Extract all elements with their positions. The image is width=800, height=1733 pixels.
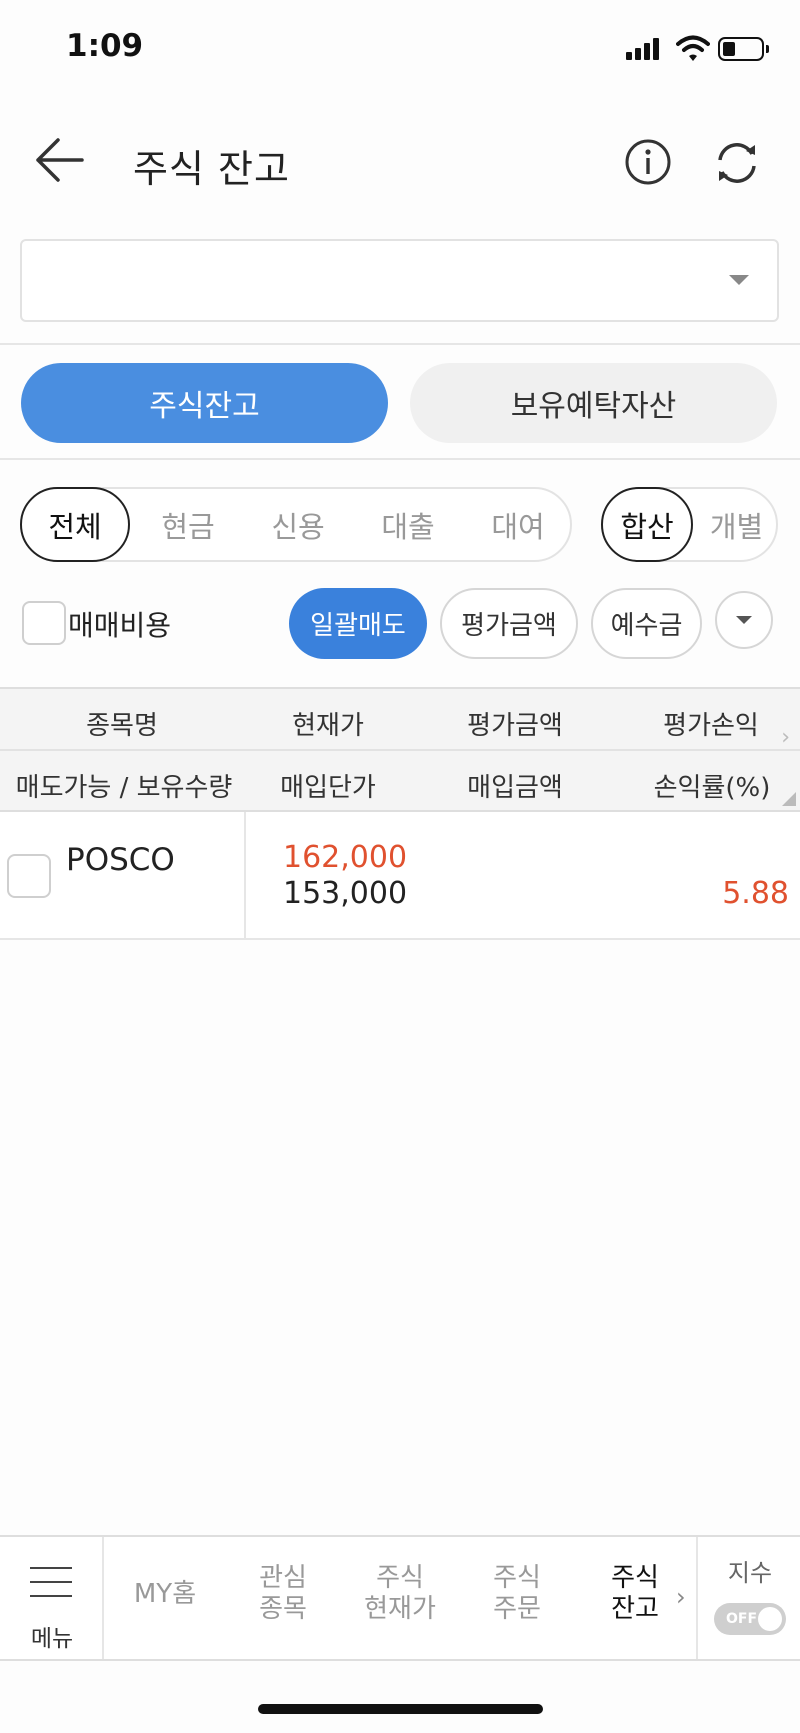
nav-current-price-line2: 현재가: [364, 1594, 436, 1624]
page-title: 주식 잔고: [133, 147, 290, 191]
col-buy-price: 매입단가: [280, 773, 376, 803]
status-time: 1:09: [66, 28, 144, 64]
nav-stock-balance[interactable]: 주식 잔고: [588, 1563, 682, 1625]
home-indicator[interactable]: [258, 1704, 543, 1714]
nav-watchlist-line2: 종목: [259, 1594, 307, 1624]
filter-lend[interactable]: 대여: [464, 489, 572, 560]
bulk-sell-button[interactable]: 일괄매도: [289, 588, 427, 659]
chevron-right-icon[interactable]: ›: [676, 1583, 686, 1611]
filter-credit[interactable]: 신용: [244, 489, 352, 560]
nav-current-price[interactable]: 주식 현재가: [350, 1563, 450, 1625]
table-header: 종목명 현재가 평가금액 평가손익 매도가능 / 보유수량 매입단가 매입금액 …: [0, 687, 800, 812]
divider: [0, 343, 800, 345]
app-header: 주식 잔고: [0, 110, 800, 210]
col-sellable-qty: 매도가능 / 보유수량: [15, 773, 233, 803]
chevron-down-icon: [736, 616, 752, 624]
battery-icon: [718, 37, 769, 61]
fee-checkbox[interactable]: [22, 601, 66, 645]
divider: [0, 458, 800, 460]
info-icon[interactable]: [624, 138, 672, 186]
nav-my-home[interactable]: MY홈: [118, 1579, 212, 1610]
row-checkbox[interactable]: [7, 854, 51, 898]
nav-watchlist-line1: 관심: [259, 1563, 307, 1593]
current-price: 162,000: [283, 840, 408, 875]
nav-order-line2: 주문: [493, 1594, 541, 1624]
menu-label: 메뉴: [30, 1626, 74, 1652]
chevron-right-icon[interactable]: ›: [781, 725, 790, 750]
more-options-button[interactable]: [715, 591, 773, 649]
index-toggle-text: OFF: [726, 1611, 758, 1627]
status-bar: 1:09: [0, 0, 800, 100]
signal-icon: [626, 36, 662, 60]
nav-watchlist[interactable]: 관심 종목: [236, 1563, 330, 1625]
filter-individual[interactable]: 개별: [695, 489, 778, 560]
tab-stock-balance[interactable]: 주식잔고: [21, 363, 388, 443]
filter-loan[interactable]: 대출: [354, 489, 462, 560]
col-current-price: 현재가: [292, 711, 364, 741]
col-stock-name: 종목명: [86, 711, 158, 741]
chevron-down-icon: [729, 275, 749, 285]
filter-combined[interactable]: 합산: [601, 487, 693, 562]
menu-button[interactable]: 메뉴: [0, 1537, 104, 1659]
resize-corner-icon: [782, 792, 796, 806]
eval-amount-button[interactable]: 평가금액: [440, 588, 578, 659]
deposit-button[interactable]: 예수금: [591, 588, 702, 659]
nav-stock-balance-line1: 주식: [611, 1563, 659, 1593]
view-filter: 합산 개별: [601, 487, 778, 562]
filter-cash[interactable]: 현금: [134, 489, 242, 560]
col-pl-rate: 손익률(%): [653, 773, 771, 803]
nav-order-line1: 주식: [493, 1563, 541, 1593]
nav-stock-balance-line2: 잔고: [611, 1594, 659, 1624]
wifi-icon: [676, 35, 710, 61]
col-eval-pl: 평가손익: [663, 711, 759, 741]
index-toggle[interactable]: OFF: [714, 1603, 786, 1635]
nav-current-price-line1: 주식: [376, 1563, 424, 1593]
index-label: 지수: [727, 1559, 773, 1587]
bottom-nav: 메뉴 MY홈 관심 종목 주식 현재가 주식 주문 주식 잔고 › 지수 OFF: [0, 1535, 800, 1661]
col-eval-amount: 평가금액: [467, 711, 563, 741]
index-panel: 지수 OFF: [696, 1537, 800, 1659]
back-arrow-icon[interactable]: [28, 134, 88, 186]
account-select[interactable]: [20, 239, 779, 322]
type-filter: 전체 현금 신용 대출 대여: [20, 487, 572, 562]
refresh-icon[interactable]: [712, 138, 762, 188]
pl-rate: 5.88: [722, 876, 789, 911]
filter-all[interactable]: 전체: [20, 487, 130, 562]
col-buy-amount: 매입금액: [467, 773, 563, 803]
nav-order[interactable]: 주식 주문: [470, 1563, 564, 1625]
tab-deposit-assets[interactable]: 보유예탁자산: [410, 363, 777, 443]
nav-my-home-label: MY홈: [133, 1579, 197, 1609]
table-row[interactable]: POSCO 162,000 153,000 5.88: [0, 812, 800, 940]
fee-label: 매매비용: [68, 609, 172, 642]
stock-name: POSCO: [66, 842, 175, 878]
buy-price: 153,000: [283, 876, 408, 911]
